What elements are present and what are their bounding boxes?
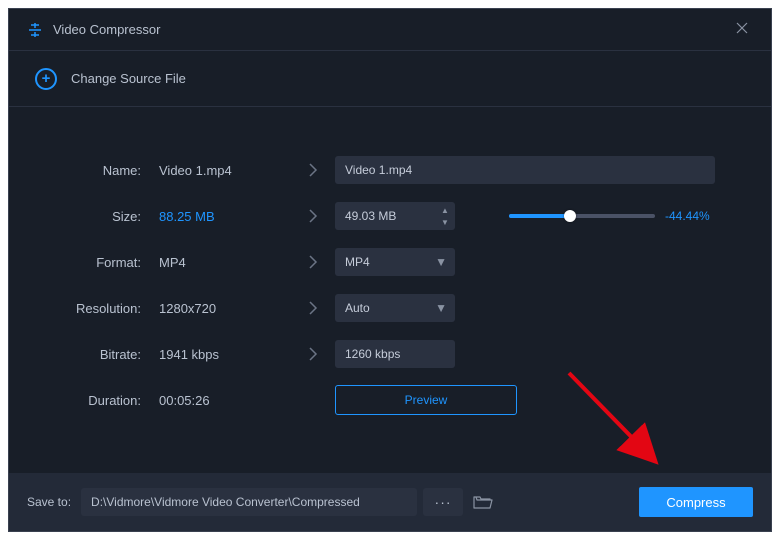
row-bitrate: Bitrate: 1941 kbps 1260 kbps [35, 331, 745, 377]
label-duration: Duration: [35, 393, 141, 408]
label-size: Size: [35, 209, 141, 224]
close-button[interactable] [731, 17, 753, 42]
titlebar: Video Compressor [9, 9, 771, 51]
size-slider-fill [509, 214, 570, 218]
format-dropdown[interactable]: MP4 ▼ [335, 248, 455, 276]
chevron-right-icon [291, 346, 335, 362]
app-window: Video Compressor + Change Source File Na… [8, 8, 772, 532]
size-step-up[interactable]: ▲ [437, 204, 453, 216]
value-bitrate: 1941 kbps [141, 347, 291, 362]
value-format: MP4 [141, 255, 291, 270]
resolution-dropdown[interactable]: Auto ▼ [335, 294, 455, 322]
caret-down-icon: ▼ [435, 255, 447, 269]
bottombar: Save to: D:\Vidmore\Vidmore Video Conver… [9, 473, 771, 531]
row-name: Name: Video 1.mp4 [35, 147, 745, 193]
chevron-right-icon [291, 162, 335, 178]
resolution-dropdown-value: Auto [345, 301, 370, 315]
chevron-right-icon [291, 208, 335, 224]
row-duration: Duration: 00:05:26 Preview [35, 377, 745, 423]
save-to-label: Save to: [27, 495, 71, 509]
format-dropdown-value: MP4 [345, 255, 370, 269]
value-size: 88.25 MB [141, 209, 291, 224]
size-percent: -44.44% [665, 209, 721, 223]
row-format: Format: MP4 MP4 ▼ [35, 239, 745, 285]
change-source-row: + Change Source File [9, 51, 771, 107]
label-resolution: Resolution: [35, 301, 141, 316]
size-step-down[interactable]: ▼ [437, 216, 453, 228]
app-icon [27, 22, 43, 38]
row-resolution: Resolution: 1280x720 Auto ▼ [35, 285, 745, 331]
bitrate-target: 1260 kbps [335, 340, 455, 368]
label-name: Name: [35, 163, 141, 178]
save-path[interactable]: D:\Vidmore\Vidmore Video Converter\Compr… [81, 488, 417, 516]
chevron-right-icon [291, 254, 335, 270]
label-bitrate: Bitrate: [35, 347, 141, 362]
preview-button[interactable]: Preview [335, 385, 517, 415]
name-input[interactable] [335, 156, 715, 184]
compress-button[interactable]: Compress [639, 487, 753, 517]
form-area: Name: Video 1.mp4 Size: 88.25 MB ▲ [9, 107, 771, 473]
open-folder-icon[interactable] [473, 494, 493, 510]
caret-down-icon: ▼ [435, 301, 447, 315]
chevron-right-icon [291, 300, 335, 316]
value-duration: 00:05:26 [141, 393, 291, 408]
change-source-label[interactable]: Change Source File [71, 71, 186, 86]
size-slider-thumb[interactable] [564, 210, 576, 222]
path-more-button[interactable]: ··· [423, 488, 463, 516]
label-format: Format: [35, 255, 141, 270]
value-name: Video 1.mp4 [141, 163, 291, 178]
row-size: Size: 88.25 MB ▲ ▼ -44 [35, 193, 745, 239]
window-title: Video Compressor [53, 22, 731, 37]
size-spinner: ▲ ▼ [335, 202, 455, 230]
size-slider[interactable] [509, 214, 655, 218]
value-resolution: 1280x720 [141, 301, 291, 316]
add-icon[interactable]: + [35, 68, 57, 90]
